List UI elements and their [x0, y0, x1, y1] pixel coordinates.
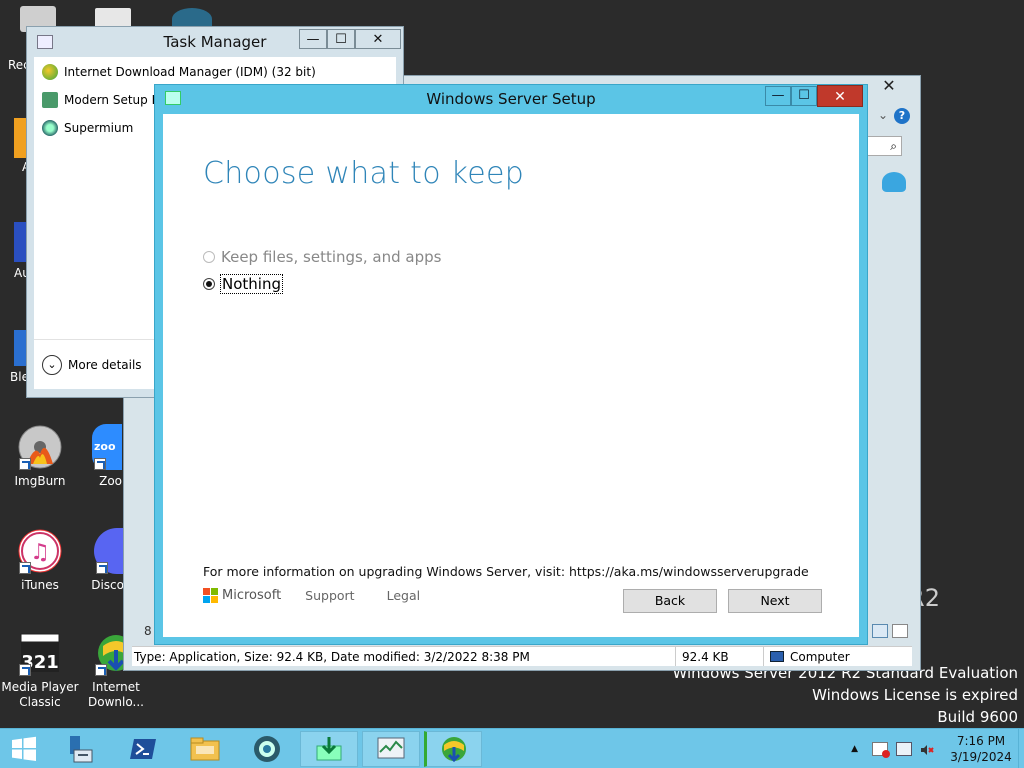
start-button[interactable]: [0, 731, 48, 767]
desktop-icon-label: iTunes: [21, 578, 59, 592]
imgburn-icon: [17, 424, 63, 470]
option-keep-files-label: Keep files, settings, and apps: [221, 248, 442, 266]
page-title: Choose what to keep: [203, 156, 525, 191]
taskbar-supermium[interactable]: [238, 731, 296, 767]
task-manager-maximize-button[interactable]: ☐: [327, 29, 355, 49]
status-location-label: Computer: [790, 649, 850, 664]
task-manager-close-button[interactable]: ✕: [355, 29, 401, 49]
svg-text:♫: ♫: [30, 540, 50, 565]
tray-expand-icon[interactable]: ▲: [851, 744, 858, 754]
show-desktop-button[interactable]: [1018, 729, 1024, 768]
system-tray: ▲ 7:16 PM 3/19/2024: [851, 729, 1024, 768]
desktop-icon-label: Disco: [91, 578, 124, 592]
media-player-classic-icon: 321: [17, 630, 63, 676]
upgrade-info-text: For more information on upgrading Window…: [203, 564, 809, 579]
view-details-icon[interactable]: [872, 624, 888, 638]
process-label: Supermium: [64, 121, 134, 135]
option-nothing-label: Nothing: [220, 274, 283, 294]
setup-content: Choose what to keep Keep files, settings…: [163, 114, 859, 637]
setup-maximize-button[interactable]: ☐: [791, 86, 817, 106]
discord-icon: [94, 528, 124, 574]
explorer-status-bar: Type: Application, Size: 92.4 KB, Date m…: [132, 646, 912, 666]
windows-logo-icon: [12, 736, 36, 761]
desktop-icon-zoom[interactable]: zoo Zoo: [78, 424, 122, 489]
microsoft-brand: Microsoft: [222, 588, 282, 603]
watermark-build: Build 9600: [937, 708, 1018, 726]
setup-close-button[interactable]: ✕: [817, 85, 863, 107]
volume-muted-icon[interactable]: [920, 742, 934, 756]
folder-icon: [190, 737, 220, 761]
explorer-help-icon[interactable]: ?: [894, 108, 910, 124]
server-manager-icon: [70, 736, 93, 763]
task-manager-minimize-button[interactable]: —: [299, 29, 327, 49]
desktop-icon-label: Zoo: [99, 474, 122, 488]
option-nothing[interactable]: Nothing: [203, 274, 283, 294]
taskbar-file-explorer[interactable]: [176, 731, 234, 767]
taskbar-task-manager[interactable]: [362, 731, 420, 767]
process-item[interactable]: Modern Setup Ho: [42, 89, 168, 111]
status-type-info: Type: Application, Size: 92.4 KB, Date m…: [132, 647, 676, 666]
supermium-icon: [42, 120, 58, 136]
desktop-icon-itunes[interactable]: ♫ iTunes: [0, 528, 80, 593]
status-size: 92.4 KB: [676, 647, 764, 666]
computer-icon: [770, 651, 784, 662]
desktop-icon-imgburn[interactable]: ImgBurn: [0, 424, 80, 489]
shell-icon: [882, 172, 906, 192]
radio-nothing[interactable]: [203, 278, 215, 290]
setup-icon: [42, 92, 58, 108]
chevron-down-icon[interactable]: ⌄: [878, 108, 888, 122]
more-details-label: More details: [68, 357, 142, 372]
task-manager-icon: [377, 737, 405, 759]
process-label: Internet Download Manager (IDM) (32 bit): [64, 65, 316, 79]
desktop-icon-mpc[interactable]: 321 Media Player Classic: [0, 630, 80, 710]
desktop-partial-icon[interactable]: [14, 330, 26, 366]
clock-time: 7:16 PM: [956, 734, 1006, 748]
setup-window: Windows Server Setup — ☐ ✕ Choose what t…: [154, 84, 868, 645]
idm-icon: [442, 737, 466, 763]
process-item[interactable]: Supermium: [42, 117, 133, 139]
action-center-icon[interactable]: [872, 742, 890, 758]
desktop-partial-icon[interactable]: [14, 222, 26, 262]
explorer-close-button[interactable]: ✕: [866, 76, 912, 96]
setup-minimize-button[interactable]: —: [765, 86, 791, 106]
taskbar-powershell[interactable]: [114, 731, 172, 767]
back-button[interactable]: Back: [623, 589, 717, 613]
desktop-icon-discord[interactable]: Disco: [78, 528, 124, 593]
desktop-partial-icon[interactable]: [14, 118, 26, 158]
process-item[interactable]: Internet Download Manager (IDM) (32 bit): [42, 61, 316, 83]
status-location: Computer: [764, 647, 850, 666]
legal-link[interactable]: Legal: [387, 588, 421, 603]
taskbar-server-manager[interactable]: [52, 731, 110, 767]
taskbar-clock[interactable]: 7:16 PM 3/19/2024: [944, 733, 1018, 765]
explorer-row-count: 8: [144, 624, 152, 638]
option-keep-files[interactable]: Keep files, settings, and apps: [203, 248, 441, 266]
zoom-icon: zoo: [92, 424, 122, 470]
taskbar-idm[interactable]: [424, 731, 482, 767]
desktop-icon-label: ImgBurn: [14, 474, 66, 488]
taskbar: ▲ 7:16 PM 3/19/2024: [0, 728, 1024, 768]
clock-date: 3/19/2024: [950, 750, 1012, 764]
support-link[interactable]: Support: [305, 588, 354, 603]
radio-keep-files[interactable]: [203, 251, 215, 263]
watermark-license: Windows License is expired: [812, 686, 1018, 704]
setup-title: Windows Server Setup: [426, 90, 596, 108]
idm-icon: [42, 64, 58, 80]
network-icon[interactable]: [896, 742, 912, 756]
setup-icon: [316, 737, 342, 761]
chevron-down-icon: ⌄: [42, 354, 62, 375]
desktop-icon-label: Internet Downlo...: [88, 680, 144, 709]
next-button[interactable]: Next: [728, 589, 822, 613]
itunes-icon: ♫: [17, 528, 63, 574]
powershell-icon: [130, 739, 156, 759]
desktop-icon-label: Media Player Classic: [1, 680, 79, 709]
setup-footer: Microsoft Support Legal: [203, 588, 452, 603]
taskbar-setup[interactable]: [300, 731, 358, 767]
view-tiles-icon[interactable]: [892, 624, 908, 638]
microsoft-logo-icon: [203, 588, 218, 603]
supermium-icon: [254, 736, 280, 762]
process-label: Modern Setup Ho: [64, 93, 168, 107]
